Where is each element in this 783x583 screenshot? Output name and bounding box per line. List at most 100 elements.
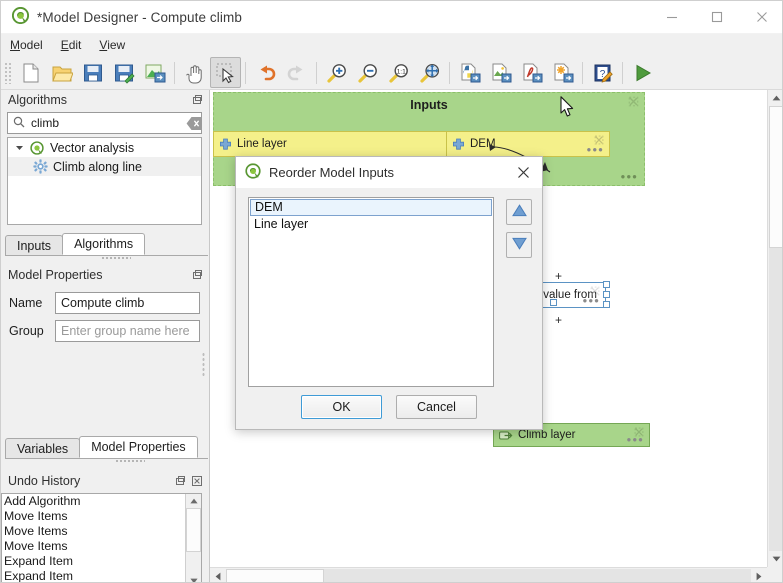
- model-properties-tab-strip: Variables Model Properties: [5, 436, 208, 459]
- new-model-button[interactable]: [15, 57, 46, 88]
- export-svg-icon: [552, 62, 574, 84]
- scroll-up-arrow-icon[interactable]: [768, 90, 783, 106]
- close-button[interactable]: [739, 1, 783, 34]
- toolbar-grip[interactable]: [4, 62, 13, 84]
- save-model-button[interactable]: [77, 57, 108, 88]
- move-up-button[interactable]: [506, 199, 532, 225]
- algorithms-panel-float-button[interactable]: [189, 93, 204, 108]
- canvas-vertical-scrollbar[interactable]: [767, 90, 783, 567]
- canvas-vscroll-thumb[interactable]: [769, 106, 783, 248]
- model-properties-title: Model Properties: [8, 268, 187, 282]
- node-dem[interactable]: DEM ●●●: [446, 131, 610, 157]
- group-close-icon[interactable]: [628, 96, 639, 110]
- undo-button[interactable]: [250, 57, 281, 88]
- search-input[interactable]: [31, 116, 186, 130]
- list-item-dem[interactable]: DEM: [250, 199, 492, 216]
- main-toolbar: 1:1: [1, 56, 783, 90]
- scroll-down-arrow-icon[interactable]: [768, 551, 783, 567]
- canvas-vscroll-track[interactable]: [769, 248, 783, 551]
- scroll-right-arrow-icon[interactable]: [751, 568, 767, 583]
- collapse-plus-icon[interactable]: +: [555, 314, 562, 326]
- save-icon: [82, 62, 104, 84]
- canvas-hscroll-thumb[interactable]: [226, 569, 324, 583]
- menu-model[interactable]: MModelodel: [1, 36, 52, 54]
- export-svg-button[interactable]: [547, 57, 578, 88]
- tab-variables[interactable]: Variables: [5, 438, 80, 458]
- node-output-port-mid[interactable]: [603, 291, 610, 298]
- dock-vertical-grip[interactable]: [202, 352, 205, 378]
- undo-history-items: Add Algorithm Move Items Move Items Move…: [2, 494, 185, 583]
- scroll-left-arrow-icon[interactable]: [210, 568, 226, 583]
- pan-tool-button[interactable]: [179, 57, 210, 88]
- cancel-button[interactable]: Cancel: [396, 395, 477, 419]
- ok-button[interactable]: OK: [301, 395, 382, 419]
- node-output-port-bottom[interactable]: [603, 301, 610, 308]
- export-pdf-button[interactable]: [516, 57, 547, 88]
- undo-scroll-track[interactable]: [186, 508, 201, 574]
- tree-row-vector-analysis[interactable]: Vector analysis: [8, 138, 201, 157]
- undo-history-list[interactable]: Add Algorithm Move Items Move Items Move…: [1, 493, 202, 583]
- node-menu-dots-icon[interactable]: ●●●: [627, 435, 645, 444]
- algorithm-search-box[interactable]: [7, 112, 202, 134]
- clear-search-button[interactable]: [186, 114, 203, 132]
- expand-plus-icon[interactable]: +: [555, 270, 562, 282]
- node-climb-layer-label: Climb layer: [518, 429, 576, 441]
- list-item[interactable]: Add Algorithm: [4, 494, 185, 509]
- move-down-button[interactable]: [506, 232, 532, 258]
- undo-history-float-button[interactable]: [172, 474, 187, 489]
- list-item[interactable]: Expand Item: [4, 554, 185, 569]
- list-item[interactable]: Move Items: [4, 509, 185, 524]
- list-item[interactable]: Move Items: [4, 524, 185, 539]
- scroll-down-arrow-icon[interactable]: [186, 574, 201, 583]
- model-inputs-list[interactable]: DEM Line layer: [248, 197, 494, 387]
- group-menu-dots-icon[interactable]: ●●●: [621, 172, 639, 181]
- node-input-port[interactable]: [550, 299, 557, 306]
- zoom-in-button[interactable]: [321, 57, 352, 88]
- redo-button[interactable]: [281, 57, 312, 88]
- model-group-input[interactable]: Enter group name here: [55, 320, 200, 342]
- panel-splitter-handle-middle[interactable]: [115, 459, 145, 463]
- model-properties-float-button[interactable]: [189, 268, 204, 283]
- tab-algorithms-label: Algorithms: [74, 237, 133, 251]
- save-in-project-button[interactable]: [139, 57, 170, 88]
- scroll-up-arrow-icon[interactable]: [186, 494, 201, 508]
- list-item-line-layer[interactable]: Line layer: [250, 216, 492, 233]
- edit-help-button[interactable]: ?: [587, 57, 618, 88]
- node-menu-dots-icon[interactable]: ●●●: [587, 145, 605, 154]
- minimize-button[interactable]: [649, 1, 694, 34]
- menu-edit[interactable]: Edit: [52, 36, 91, 54]
- list-item[interactable]: Expand Item: [4, 569, 185, 583]
- menu-bar: MModelodel Edit View: [1, 34, 783, 56]
- undo-history-scrollbar[interactable]: [185, 494, 201, 583]
- undo-scroll-thumb[interactable]: [186, 508, 201, 552]
- model-name-row: Name Compute climb: [9, 292, 200, 314]
- tab-model-properties[interactable]: Model Properties: [79, 436, 198, 458]
- save-model-as-button[interactable]: [108, 57, 139, 88]
- zoom-out-button[interactable]: [352, 57, 383, 88]
- canvas-horizontal-scrollbar[interactable]: [210, 567, 767, 583]
- export-pdf-icon: [521, 62, 543, 84]
- open-model-button[interactable]: [46, 57, 77, 88]
- list-item[interactable]: Move Items: [4, 539, 185, 554]
- tab-inputs[interactable]: Inputs: [5, 235, 63, 255]
- menu-view[interactable]: View: [90, 36, 134, 54]
- dialog-close-button[interactable]: [504, 157, 542, 188]
- run-model-button[interactable]: [627, 57, 658, 88]
- undo-arrow-icon: [255, 62, 277, 84]
- node-output-port-top[interactable]: [603, 281, 610, 288]
- tab-algorithms[interactable]: Algorithms: [62, 233, 145, 255]
- tree-row-climb-along-line[interactable]: Climb along line: [8, 157, 201, 176]
- model-name-input[interactable]: Compute climb: [55, 292, 200, 314]
- export-python-button[interactable]: [454, 57, 485, 88]
- canvas-hscroll-track[interactable]: [324, 569, 751, 583]
- chevron-down-icon[interactable]: [11, 143, 27, 152]
- undo-history-close-button[interactable]: [189, 474, 204, 489]
- zoom-full-button[interactable]: [414, 57, 445, 88]
- select-tool-button[interactable]: [210, 57, 241, 88]
- maximize-button[interactable]: [694, 1, 739, 34]
- export-image-button[interactable]: [485, 57, 516, 88]
- node-menu-dots-icon[interactable]: ●●●: [583, 296, 601, 305]
- panel-splitter-handle-top[interactable]: [101, 256, 131, 260]
- algorithms-tree[interactable]: Vector analysis: [7, 137, 202, 225]
- zoom-actual-button[interactable]: 1:1: [383, 57, 414, 88]
